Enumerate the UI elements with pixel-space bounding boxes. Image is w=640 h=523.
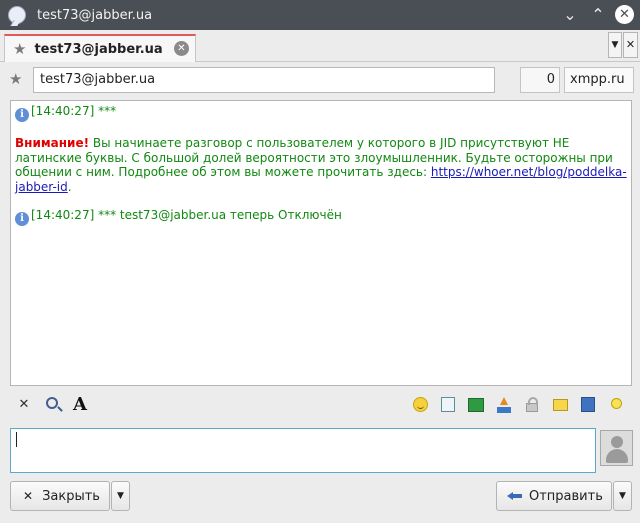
contact-jid-field[interactable]: test73@jabber.ua <box>33 67 495 93</box>
chat-toolbar: ✕ A <box>10 395 632 417</box>
message-icon[interactable] <box>550 395 570 415</box>
contact-row: ★ test73@jabber.ua 0 xmpp.ru <box>0 66 640 94</box>
send-file-icon[interactable] <box>438 395 458 415</box>
clear-icon[interactable]: ✕ <box>14 395 34 415</box>
info-icon: i <box>15 108 29 122</box>
send-options-button[interactable]: ▼ <box>613 481 632 511</box>
smile-icon[interactable] <box>410 395 430 415</box>
warning-end: . <box>67 179 72 194</box>
send-button[interactable]: Отправить <box>496 481 612 511</box>
system-message: i [14:40:27] *** test73@jabber.ua теперь … <box>15 208 627 226</box>
message-counter: 0 <box>520 67 560 93</box>
window-controls: ⌄ ⌃ ✕ <box>559 4 634 26</box>
avatar-body-icon <box>606 449 628 463</box>
close-options-button[interactable]: ▼ <box>111 481 130 511</box>
lock-icon[interactable] <box>522 395 542 415</box>
close-icon: ✕ <box>23 489 34 503</box>
upload-icon[interactable] <box>494 395 514 415</box>
info-icon: i <box>15 212 29 226</box>
send-arrow-icon <box>507 490 523 502</box>
close-window-button[interactable]: ✕ <box>615 5 634 24</box>
system-message-text: [14:40:27] *** test73@jabber.ua теперь О… <box>31 208 342 222</box>
message-input[interactable] <box>10 428 596 473</box>
text-caret <box>16 432 17 447</box>
system-message: i [14:40:27] *** <box>15 104 627 122</box>
tab-label: test73@jabber.ua <box>34 41 163 57</box>
contact-status-icon: ★ <box>9 70 23 88</box>
tab-list-button[interactable]: ▼ <box>608 32 622 58</box>
close-button[interactable]: ✕ Закрыть <box>10 481 110 511</box>
avatar-head-icon <box>611 436 623 448</box>
idea-icon[interactable] <box>606 395 626 415</box>
find-icon[interactable] <box>42 395 62 415</box>
font-icon[interactable]: A <box>70 395 90 415</box>
title-bar: test73@jabber.ua ⌄ ⌃ ✕ <box>0 0 640 30</box>
close-tab-icon[interactable]: ✕ <box>174 41 189 56</box>
warning-message: Внимание! Вы начинаете разговор с пользо… <box>15 136 627 194</box>
chat-log[interactable]: i [14:40:27] *** Внимание! Вы начинаете р… <box>10 100 632 386</box>
maximize-button[interactable]: ⌃ <box>587 4 609 26</box>
chat-bubble-icon <box>8 6 26 24</box>
send-button-label: Отправить <box>529 488 603 504</box>
system-message-text: [14:40:27] *** <box>31 104 117 118</box>
chevron-down-icon: ▼ <box>619 491 626 501</box>
chevron-down-icon: ▼ <box>117 491 124 501</box>
tab-chat[interactable]: ★ test73@jabber.ua ✕ <box>4 34 196 62</box>
warning-label: Внимание! <box>15 136 90 150</box>
status-star-icon: ★ <box>13 40 27 58</box>
share-icon[interactable] <box>466 395 486 415</box>
tab-strip: ★ test73@jabber.ua ✕ <box>0 30 640 62</box>
window-title: test73@jabber.ua <box>37 7 153 23</box>
minimize-button[interactable]: ⌄ <box>559 4 581 26</box>
avatar-button[interactable] <box>600 430 633 466</box>
close-button-label: Закрыть <box>42 488 100 504</box>
book-icon[interactable] <box>578 395 598 415</box>
close-tabs-button[interactable]: ✕ <box>623 32 638 58</box>
server-label: xmpp.ru <box>564 67 634 93</box>
